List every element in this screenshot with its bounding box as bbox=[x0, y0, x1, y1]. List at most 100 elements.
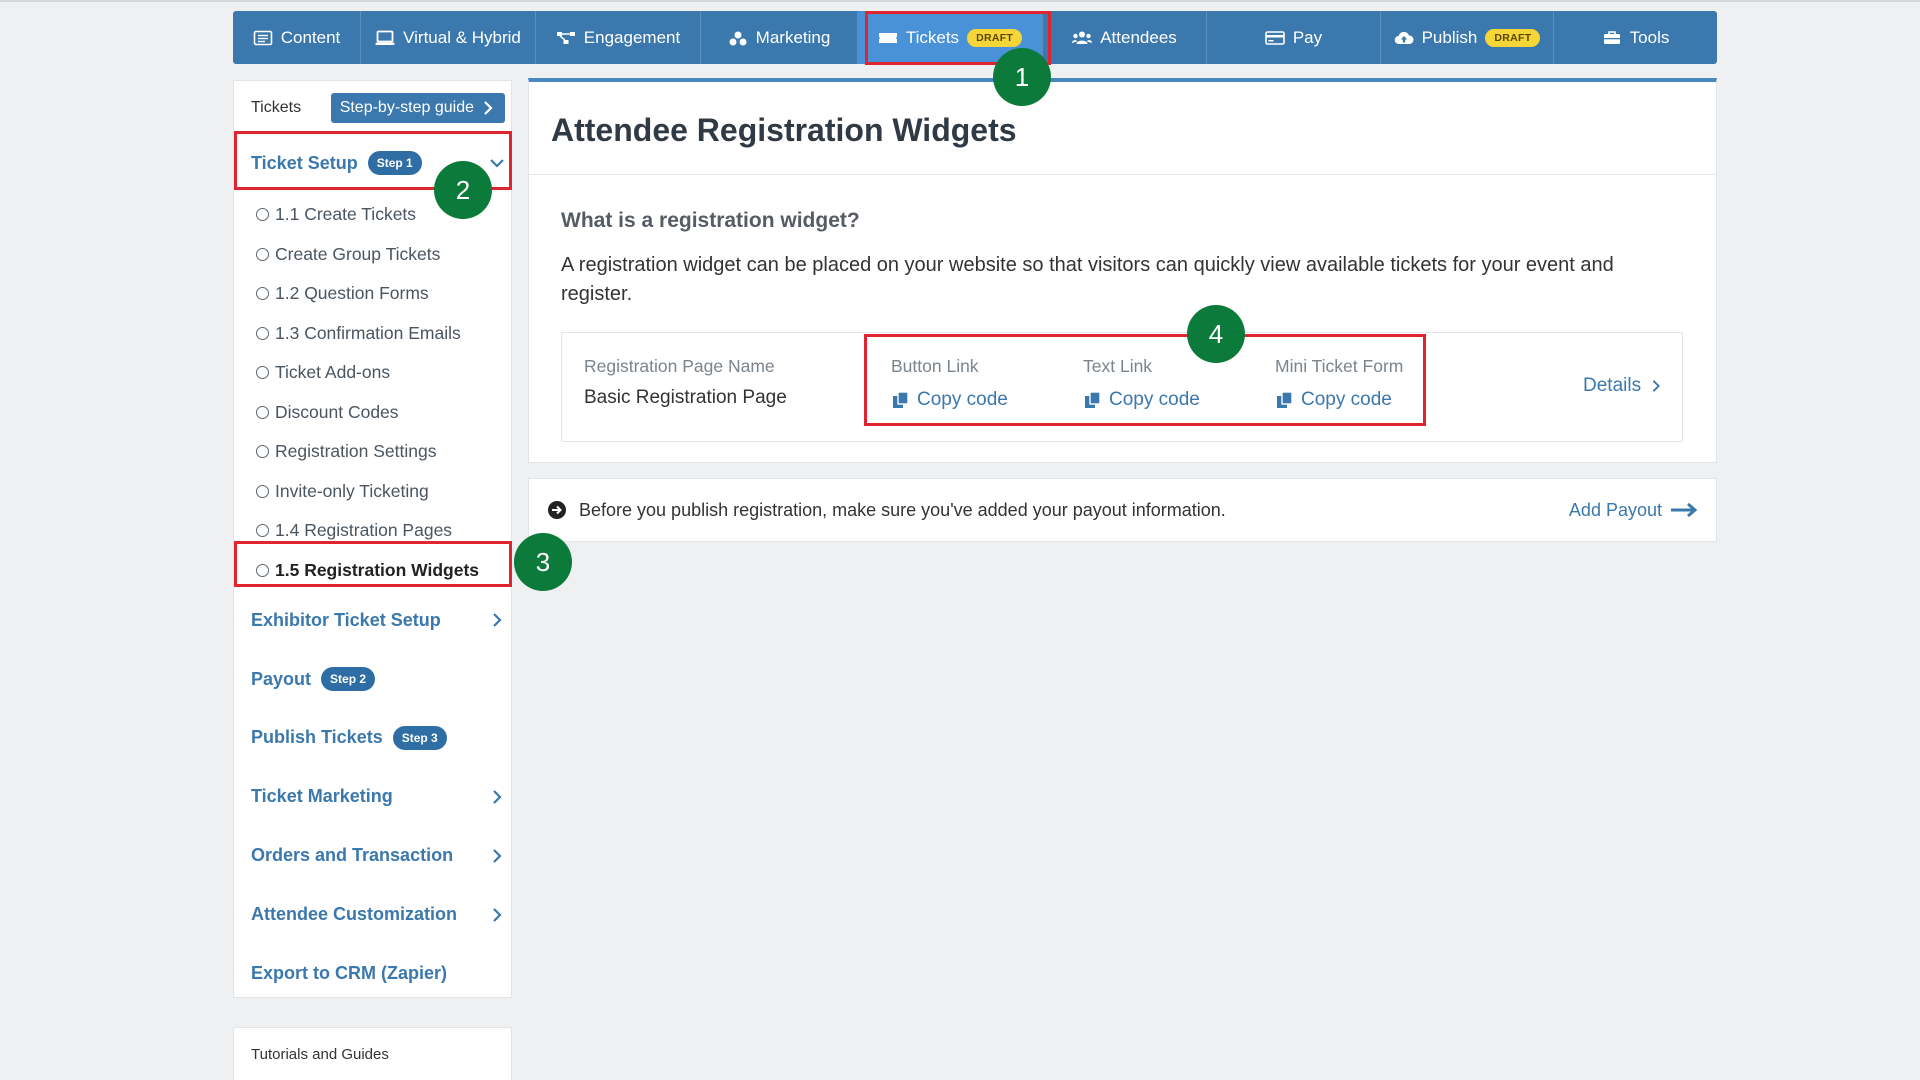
chevron-right-icon bbox=[1652, 380, 1661, 392]
sub-item-label: Discount Codes bbox=[275, 401, 399, 422]
nav-attendees[interactable]: Attendees bbox=[1043, 11, 1207, 64]
sidebar-item-label: Attendee Customization bbox=[251, 904, 458, 924]
sidebar-item-invite-only-ticketing[interactable]: Invite-only Ticketing bbox=[234, 472, 511, 512]
circle-icon bbox=[256, 445, 269, 459]
sub-item-label: Invite-only Ticketing bbox=[275, 480, 429, 501]
step-by-step-guide-button[interactable]: Step-by-step guide bbox=[330, 93, 505, 123]
sidebar-item-label: Ticket Setup bbox=[251, 152, 358, 173]
sidebar-item-confirmation-emails[interactable]: 1.3 Confirmation Emails bbox=[234, 314, 511, 354]
step-badge: Step 1 bbox=[367, 151, 422, 175]
sidebar-item-registration-widgets[interactable]: 1.5 Registration Widgets bbox=[234, 551, 511, 591]
list-icon bbox=[253, 30, 273, 46]
sidebar-item-label: Orders and Transaction bbox=[251, 845, 454, 865]
nav-engagement-label: Engagement bbox=[583, 27, 681, 47]
sidebar-item-attendee-customization[interactable]: Attendee Customization bbox=[234, 885, 511, 944]
sub-item-label: 1.3 Confirmation Emails bbox=[275, 322, 461, 343]
sidebar-item-label: Payout bbox=[251, 668, 312, 689]
main-panel: Attendee Registration Widgets What is a … bbox=[528, 78, 1717, 463]
circle-icon bbox=[256, 247, 269, 261]
top-nav: Content Virtual & Hybrid Engagement Mark… bbox=[233, 11, 1717, 64]
nav-content-label: Content bbox=[280, 27, 341, 47]
page-name-value: Basic Registration Page bbox=[584, 387, 787, 408]
step-marker-1: 1 bbox=[993, 48, 1051, 106]
details-label: Details bbox=[1583, 375, 1642, 396]
sidebar-item-orders-and-transaction[interactable]: Orders and Transaction bbox=[234, 826, 511, 885]
step-badge: Step 3 bbox=[392, 725, 447, 750]
nav-content[interactable]: Content bbox=[233, 11, 361, 64]
draft-badge: DRAFT bbox=[1485, 28, 1541, 47]
nav-tools-label: Tools bbox=[1629, 27, 1670, 47]
guide-button-label: Step-by-step guide bbox=[339, 99, 474, 116]
copy-mini-ticket-form-code[interactable]: Copy code bbox=[1275, 389, 1392, 411]
nav-engagement[interactable]: Engagement bbox=[536, 11, 701, 64]
sidebar-item-publish-tickets[interactable]: Publish Tickets Step 3 bbox=[234, 708, 511, 767]
sidebar-item-question-forms[interactable]: 1.2 Question Forms bbox=[234, 274, 511, 314]
share-icon bbox=[728, 30, 748, 46]
sidebar-item-registration-settings[interactable]: Registration Settings bbox=[234, 432, 511, 472]
chevron-right-icon bbox=[480, 100, 496, 116]
circle-icon bbox=[256, 326, 269, 340]
circle-icon bbox=[256, 563, 269, 577]
circle-icon bbox=[256, 366, 269, 380]
nav-publish[interactable]: Publish DRAFT bbox=[1381, 11, 1554, 64]
cloud-upload-icon bbox=[1394, 30, 1414, 46]
draft-badge: DRAFT bbox=[967, 28, 1023, 47]
sub-item-label: Create Group Tickets bbox=[275, 243, 441, 264]
circle-icon bbox=[256, 208, 269, 222]
sidebar-item-label: Ticket Marketing bbox=[251, 786, 393, 806]
sidebar-item-create-group-tickets[interactable]: Create Group Tickets bbox=[234, 235, 511, 275]
chevron-right-icon bbox=[489, 907, 505, 923]
text-link-label: Text Link bbox=[1083, 356, 1153, 376]
users-icon bbox=[1072, 30, 1093, 46]
credit-card-icon bbox=[1265, 30, 1285, 46]
sidebar-item-registration-pages[interactable]: 1.4 Registration Pages bbox=[234, 511, 511, 551]
nav-pay[interactable]: Pay bbox=[1207, 11, 1381, 64]
step-marker-4: 4 bbox=[1187, 305, 1245, 363]
tutorials-and-guides-panel[interactable]: Tutorials and Guides bbox=[233, 1027, 512, 1080]
sidebar-item-exhibitor-ticket-setup[interactable]: Exhibitor Ticket Setup bbox=[234, 590, 511, 650]
nav-marketing-label: Marketing bbox=[755, 27, 831, 47]
tutorials-label: Tutorials and Guides bbox=[251, 1046, 389, 1063]
sidebar-item-payout[interactable]: Payout Step 2 bbox=[234, 650, 511, 708]
page-name-label: Registration Page Name bbox=[584, 356, 775, 376]
intro-text: A registration widget can be placed on y… bbox=[561, 254, 1614, 305]
copy-button-link-code[interactable]: Copy code bbox=[891, 389, 1008, 411]
copy-code-label: Copy code bbox=[917, 389, 1008, 410]
chevron-right-icon bbox=[489, 848, 505, 864]
sidebar-item-ticket-marketing[interactable]: Ticket Marketing bbox=[234, 767, 511, 826]
sidebar-item-export-to-crm[interactable]: Export to CRM (Zapier) bbox=[234, 944, 511, 1003]
nav-marketing[interactable]: Marketing bbox=[701, 11, 858, 64]
sub-item-label: 1.5 Registration Widgets bbox=[275, 559, 480, 580]
add-payout-link[interactable]: Add Payout bbox=[1569, 500, 1698, 521]
sub-item-label: Registration Settings bbox=[275, 441, 437, 462]
top-border bbox=[0, 0, 1920, 2]
nav-virtual-hybrid[interactable]: Virtual & Hybrid bbox=[361, 11, 536, 64]
sidebar-item-label: Exhibitor Ticket Setup bbox=[251, 609, 441, 630]
sidebar-header: Tickets Step-by-step guide bbox=[234, 81, 511, 135]
details-link[interactable]: Details bbox=[1583, 375, 1663, 397]
nav-tools[interactable]: Tools bbox=[1554, 11, 1717, 64]
payout-notice: Before you publish registration, make su… bbox=[528, 478, 1717, 542]
registration-widget-row: Registration Page Name Basic Registratio… bbox=[561, 332, 1683, 442]
chevron-right-icon bbox=[489, 612, 505, 628]
copy-icon bbox=[893, 391, 909, 408]
nav-virtual-hybrid-label: Virtual & Hybrid bbox=[403, 27, 521, 47]
sidebar-item-ticket-addons[interactable]: Ticket Add-ons bbox=[234, 353, 511, 393]
network-icon bbox=[556, 30, 576, 46]
sub-item-label: 1.1 Create Tickets bbox=[275, 204, 417, 225]
mini-ticket-form-label: Mini Ticket Form bbox=[1275, 356, 1404, 376]
step-marker-2: 2 bbox=[434, 161, 492, 219]
copy-icon bbox=[1085, 391, 1101, 408]
copy-text-link-code[interactable]: Copy code bbox=[1083, 389, 1200, 411]
circle-icon bbox=[256, 405, 269, 419]
copy-code-label: Copy code bbox=[1109, 389, 1200, 410]
notice-text: Before you publish registration, make su… bbox=[579, 499, 1226, 520]
circle-icon bbox=[256, 524, 269, 538]
sidebar-item-label: Publish Tickets bbox=[251, 727, 383, 747]
sidebar-item-discount-codes[interactable]: Discount Codes bbox=[234, 393, 511, 433]
arrow-circle-right-icon bbox=[548, 501, 566, 519]
chevron-down-icon bbox=[489, 155, 505, 171]
nav-tickets-label: Tickets bbox=[905, 27, 960, 47]
nav-publish-label: Publish bbox=[1421, 27, 1478, 47]
nav-pay-label: Pay bbox=[1292, 27, 1323, 47]
